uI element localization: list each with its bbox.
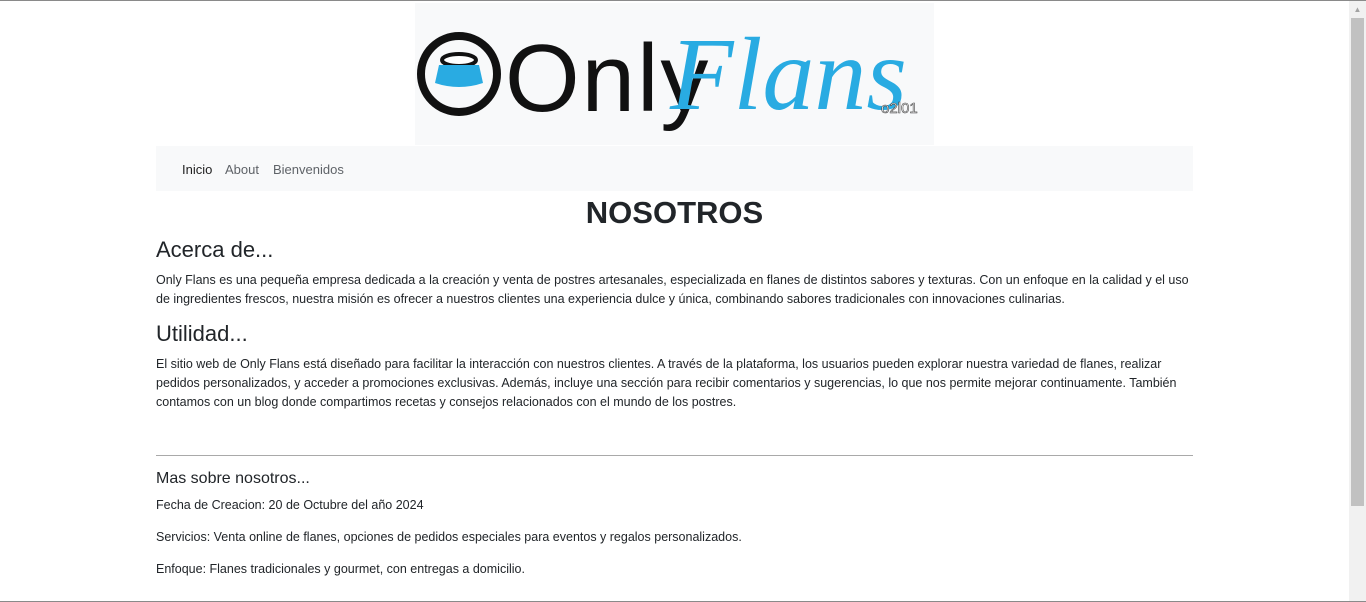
fact-enfoque: Enfoque: Flanes tradicionales y gourmet,… [156, 562, 525, 576]
logo-word-flans: Flans [669, 17, 907, 132]
logo-graphic: Only Flans o2l01 [417, 17, 918, 132]
utility-line-3: contamos con un blog donde compartimos r… [156, 395, 737, 409]
section-divider [156, 455, 1193, 456]
nav-bienvenidos[interactable]: Bienvenidos [273, 162, 344, 177]
flan-icon [417, 32, 501, 116]
about-heading: Acerca de... [156, 237, 274, 262]
more-heading: Mas sobre nosotros... [156, 470, 310, 487]
triangle-up-icon[interactable]: ▲ [1349, 1, 1366, 18]
logo-tag: o2l01 [881, 100, 918, 117]
page-title: NOSOTROS [585, 195, 764, 230]
nav-inicio[interactable]: Inicio [182, 162, 212, 177]
nav-about[interactable]: About [225, 162, 259, 177]
utility-line-2: pedidos personalizados, y acceder a prom… [156, 376, 1177, 390]
about-line-2: de ingredientes frescos, nuestra misión … [156, 292, 1065, 306]
utility-line-1: El sitio web de Only Flans está diseñado… [156, 357, 1162, 371]
navbar: Inicio About Bienvenidos [156, 146, 1193, 191]
scrollbar-thumb[interactable] [1351, 18, 1364, 506]
about-line-1: Only Flans es una pequeña empresa dedica… [156, 273, 1189, 287]
fact-fecha: Fecha de Creacion: 20 de Octubre del año… [156, 498, 424, 512]
window-top-border [0, 0, 1366, 1]
fact-servicios: Servicios: Venta online de flanes, opcio… [156, 530, 742, 544]
site-logo[interactable]: Only Flans o2l01 [415, 3, 934, 145]
vertical-scrollbar[interactable]: ▲ [1349, 1, 1366, 601]
utility-heading: Utilidad... [156, 321, 248, 346]
